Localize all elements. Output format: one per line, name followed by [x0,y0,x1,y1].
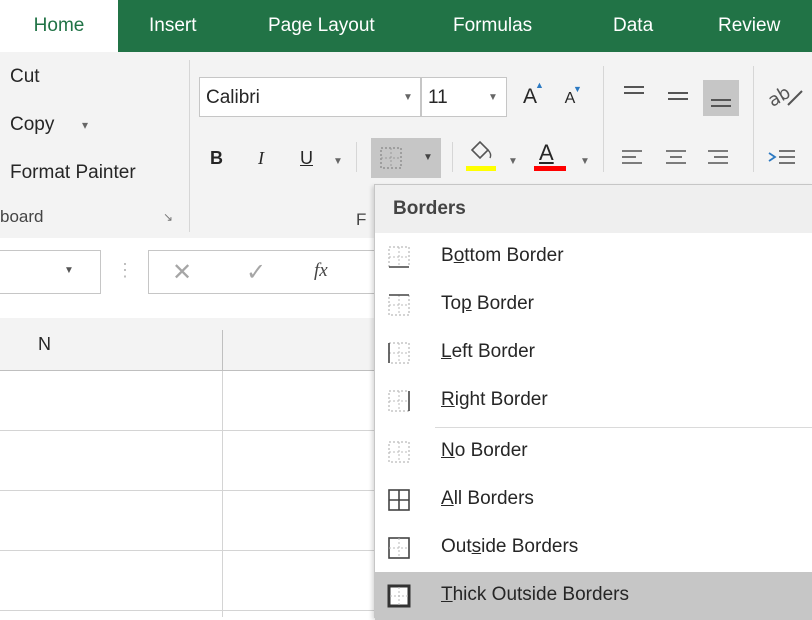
bottom-border-icon [388,246,410,268]
chevron-down-icon[interactable]: ▼ [423,152,433,163]
top-align-icon[interactable] [620,80,648,108]
tab-home[interactable]: Home [0,0,118,52]
menu-item-bottom-border[interactable]: Bottom Border [375,233,812,281]
cell[interactable] [0,371,222,430]
menu-item-outside-borders[interactable]: Outside Borders [375,524,812,572]
fill-color-swatch [466,166,496,171]
italic-button[interactable]: I [258,148,264,169]
copy-button[interactable]: Copy [10,114,54,136]
fill-color-dropdown-icon[interactable]: ▼ [508,156,518,167]
underline-button[interactable]: U [300,148,313,169]
ribbon-tab-bar: Home Insert Page Layout Formulas Data Re… [0,0,812,52]
bold-button[interactable]: B [210,148,223,169]
font-color-button[interactable]: A [534,138,566,174]
enter-icon[interactable]: ✓ [246,258,266,287]
chevron-down-icon[interactable]: ▼ [64,265,74,276]
font-size-combo[interactable]: 11 ▼ [421,77,507,117]
tab-data[interactable]: Data [613,0,653,52]
thick-outside-borders-icon [387,584,411,608]
borders-menu-title: Borders [393,198,466,219]
menu-item-no-border[interactable]: No Border [375,428,812,476]
align-left-icon[interactable] [618,144,646,172]
cut-button[interactable]: Cut [10,66,40,88]
clipboard-launcher-icon[interactable]: ↘ [163,210,173,224]
font-size-value: 11 [428,87,448,108]
align-center-icon[interactable] [662,144,690,172]
chevron-down-icon[interactable]: ▼ [488,92,498,103]
all-borders-icon [388,489,410,511]
outside-borders-icon [388,537,410,559]
menu-item-right-border[interactable]: Right Border [375,377,812,425]
tab-formulas[interactable]: Formulas [453,0,532,52]
font-color-swatch [534,166,566,171]
separator [452,142,453,172]
cancel-icon[interactable]: ✕ [172,258,192,287]
underline-dropdown-icon[interactable]: ▼ [333,156,343,167]
middle-align-icon[interactable] [664,82,692,110]
svg-text:ab: ab [766,83,794,109]
borders-menu: Borders Bottom Border Top Border Left Bo… [374,184,812,620]
name-box[interactable]: ▼ [0,250,101,294]
column-divider [222,330,223,370]
copy-dropdown-icon[interactable]: ▾ [82,118,88,132]
clipboard-group-label: board [0,207,44,226]
orientation-icon[interactable]: ab [766,82,806,110]
bottom-align-icon[interactable] [703,80,739,116]
no-border-icon [388,441,410,463]
borders-icon [380,147,402,169]
format-painter-button[interactable]: Format Painter [10,162,136,184]
separator [356,142,357,172]
align-right-icon[interactable] [704,144,732,172]
paint-bucket-icon [470,140,492,160]
right-border-icon [388,390,410,412]
column-header-label: N [38,334,51,354]
borders-menu-header: Borders [375,185,812,233]
column-header-n[interactable]: N [0,318,222,370]
increase-indent-icon[interactable] [766,144,798,172]
fill-color-button[interactable] [466,138,496,174]
increase-font-size-button[interactable]: A ▲ [517,80,544,114]
formula-bar-grip[interactable]: ⋮ [116,260,134,281]
font-group-label: F [356,210,367,229]
menu-item-left-border[interactable]: Left Border [375,329,812,377]
left-border-icon [388,342,410,364]
separator [753,142,754,172]
separator [603,142,604,172]
group-separator [189,60,190,232]
decrease-font-size-button[interactable]: A ▼ [558,84,582,114]
menu-item-top-border[interactable]: Top Border [375,281,812,329]
tab-review[interactable]: Review [718,0,780,52]
menu-item-thick-outside-borders[interactable]: Thick Outside Borders [375,572,812,620]
font-color-dropdown-icon[interactable]: ▼ [580,156,590,167]
tab-page-layout[interactable]: Page Layout [268,0,375,52]
chevron-down-icon[interactable]: ▼ [403,92,413,103]
font-color-icon: A [539,140,554,165]
menu-item-all-borders[interactable]: All Borders [375,476,812,524]
borders-button[interactable]: ▼ [371,138,441,178]
font-name-combo[interactable]: Calibri ▼ [199,77,421,117]
top-border-icon [388,294,410,316]
insert-function-icon[interactable]: fx [314,260,328,282]
tab-insert[interactable]: Insert [149,0,197,52]
font-name-value: Calibri [206,87,260,108]
gridline-vertical [222,371,223,617]
